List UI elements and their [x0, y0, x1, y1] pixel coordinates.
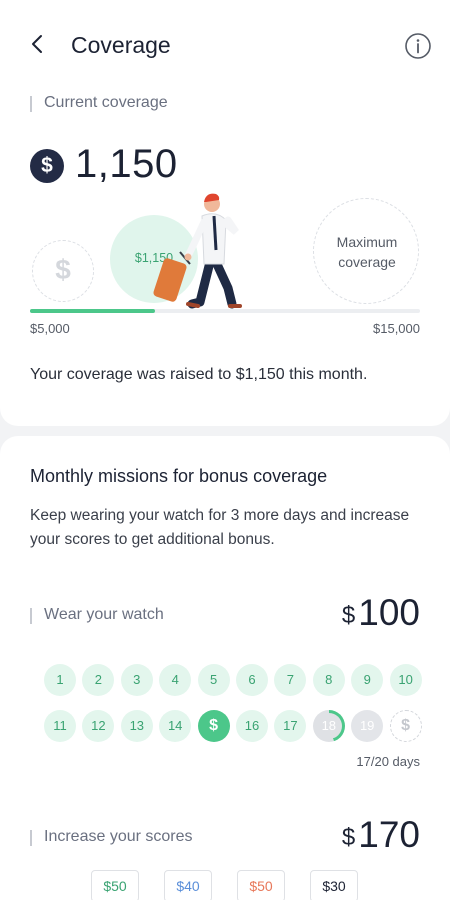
day-13: 13 — [120, 710, 153, 742]
score-chip[interactable]: $50 — [237, 870, 285, 900]
day-14: 14 — [159, 710, 192, 742]
wear-watch-label: Wear your watch — [30, 606, 164, 624]
day-label: 9 — [363, 672, 371, 687]
dollar-icon: $ — [30, 149, 64, 183]
bonus-day-marker: $ — [389, 710, 422, 742]
day-label: 2 — [94, 672, 102, 687]
missions-description: Keep wearing your watch for 3 more days … — [30, 507, 410, 548]
min-coverage-tick: $5,000 — [30, 321, 70, 336]
max-coverage-circle: Maximum coverage — [313, 198, 419, 304]
day-7: 7 — [274, 664, 307, 696]
day-12: 12 — [82, 710, 115, 742]
missions-title: Monthly missions for bonus coverage — [30, 466, 328, 486]
coverage-track-fill — [30, 309, 155, 313]
increase-scores-currency: $ — [341, 824, 356, 851]
day-2: 2 — [82, 664, 115, 696]
day-label: 12 — [91, 718, 106, 733]
day-17: 17 — [274, 710, 307, 742]
day-6: 6 — [236, 664, 268, 696]
header: Coverage — [0, 22, 450, 70]
coverage-amount: 1,150 — [75, 142, 178, 186]
day-label: 18 — [321, 718, 337, 733]
day-11: 11 — [44, 710, 76, 742]
day-label: 7 — [286, 672, 294, 687]
wear-watch-currency: $ — [341, 602, 356, 629]
wear-watch-amount: 100 — [358, 592, 420, 633]
score-chip[interactable]: $30 — [310, 870, 358, 900]
day-label: $ — [209, 717, 219, 734]
day-8: 8 — [312, 664, 345, 696]
day-9: 9 — [351, 664, 384, 696]
day-label: 3 — [133, 672, 141, 687]
day-label: 6 — [248, 672, 256, 687]
day-label: 17 — [283, 718, 298, 733]
day-label: 1 — [56, 672, 64, 687]
wear-watch-mission[interactable]: Wear your watch $100 — [30, 592, 420, 636]
traveler-illustration — [153, 193, 242, 309]
day-1: 1 — [44, 664, 76, 696]
day-label: 8 — [325, 672, 333, 687]
day-16: 16 — [236, 710, 268, 742]
coverage-card: Coverage Current coverage $ 1,150 $ $1,1… — [0, 0, 450, 426]
day-label: 5 — [209, 672, 218, 687]
increase-scores-amount: 170 — [358, 814, 420, 855]
wear-watch-reward: $100 — [342, 592, 420, 634]
info-icon[interactable] — [404, 32, 432, 60]
day-19: 19 — [351, 710, 384, 742]
coverage-raised-message: Your coverage was raised to $1,150 this … — [30, 366, 368, 383]
day-label: 14 — [167, 718, 183, 733]
increase-scores-reward: $170 — [342, 814, 420, 856]
day-10: 10 — [389, 664, 422, 696]
day-label: 10 — [398, 672, 413, 687]
day-label: 19 — [359, 718, 375, 733]
missions-card: Monthly missions for bonus coverage Keep… — [0, 436, 450, 900]
day-label: 11 — [53, 718, 67, 733]
min-coverage-circle: $ — [32, 240, 94, 302]
coverage-progress-visual: $ $1,150 Maximum coverage $5,000 $15,000 — [0, 190, 450, 340]
day-label: 13 — [129, 718, 145, 733]
day-18: 18 — [312, 710, 345, 742]
days-count: 17/20 days — [356, 754, 420, 769]
page-title: Coverage — [71, 32, 171, 58]
day-4: 4 — [159, 664, 192, 696]
score-chip[interactable]: $40 — [164, 870, 212, 900]
day-label: 16 — [244, 718, 260, 733]
day-label: 4 — [171, 672, 179, 687]
day-3: 3 — [120, 664, 153, 696]
chevron-left-icon[interactable] — [26, 32, 50, 56]
increase-scores-label: Increase your scores — [30, 828, 193, 846]
day-label: $ — [401, 717, 411, 734]
score-chip[interactable]: $50 — [91, 870, 139, 900]
increase-scores-mission[interactable]: Increase your scores $170 — [30, 814, 420, 858]
current-coverage-label: Current coverage — [30, 94, 168, 112]
dollar-icon: $ — [55, 254, 71, 285]
day-5: 5 — [197, 664, 230, 696]
max-coverage-tick: $15,000 — [373, 321, 420, 336]
coverage-track — [30, 309, 420, 313]
max-coverage-label: Maximum coverage — [336, 234, 398, 270]
bonus-day-marker: $ — [197, 710, 230, 742]
